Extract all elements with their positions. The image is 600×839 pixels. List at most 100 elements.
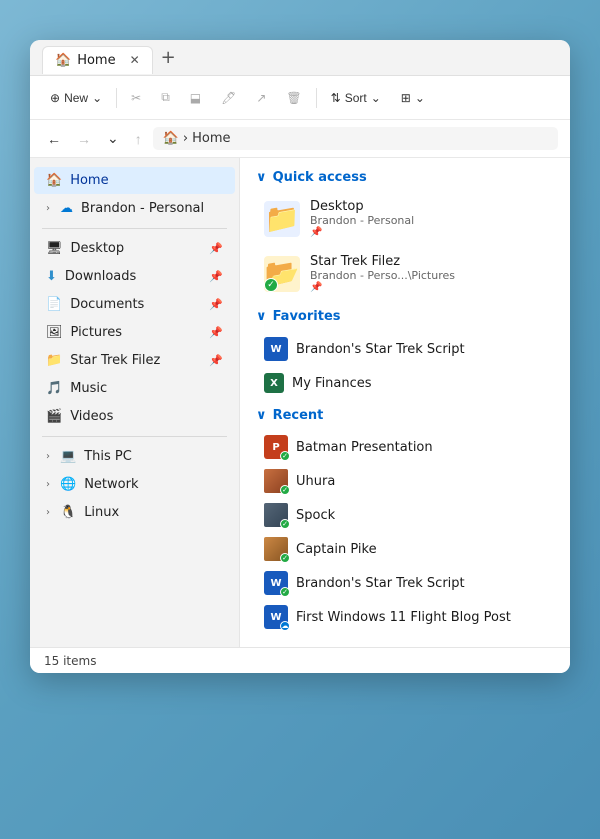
downloads-pin-icon: 📌 xyxy=(209,270,223,283)
breadcrumb-separator: › xyxy=(183,131,188,146)
sidebar-item-pictures[interactable]: 🖼 Pictures 📌 xyxy=(34,319,235,346)
rename-button[interactable]: 🖊 xyxy=(213,87,244,109)
sidebar-item-music[interactable]: 🎵 Music xyxy=(34,375,235,402)
uhura-icon-wrapper: ✓ xyxy=(264,469,288,493)
pictures-pin-icon: 📌 xyxy=(209,326,223,339)
quick-access-startrek[interactable]: 📂 ✓ Star Trek Filez Brandon - Perso...\P… xyxy=(256,248,554,299)
new-button[interactable]: ⊕ New ⌄ xyxy=(42,87,110,109)
startrekscript2-icon-wrapper: W ✓ xyxy=(264,571,288,595)
status-text: 15 items xyxy=(44,654,96,668)
sidebar-network-label: Network xyxy=(84,477,138,492)
sidebar-item-linux[interactable]: › 🐧 Linux xyxy=(34,499,235,526)
batman-sync-badge: ✓ xyxy=(280,451,290,461)
recent-uhura-label: Uhura xyxy=(296,474,335,489)
expand-icon: › xyxy=(46,203,50,214)
recent-startrekscript2-label: Brandon's Star Trek Script xyxy=(296,576,465,591)
thispc-expand-icon: › xyxy=(46,451,50,462)
delete-button[interactable]: 🗑 xyxy=(278,87,309,109)
right-panel: ∨ Quick access 📁 Desktop Brandon - Perso… xyxy=(240,158,570,647)
videos-icon: 🎬 xyxy=(46,409,62,424)
sort-button[interactable]: ⇅ Sort ⌄ xyxy=(323,87,389,109)
recent-item-uhura[interactable]: ✓ Uhura xyxy=(256,465,554,497)
desktop-qa-text: Desktop Brandon - Personal 📌 xyxy=(310,199,414,238)
recent-batman-label: Batman Presentation xyxy=(296,440,433,455)
favorites-startrekscript-label: Brandon's Star Trek Script xyxy=(296,342,465,357)
home-icon: 🏠 xyxy=(46,173,62,188)
breadcrumb-path: Home xyxy=(192,131,230,146)
startrek-qa-text: Star Trek Filez Brandon - Perso...\Pictu… xyxy=(310,254,455,293)
recent-item-startrekscript2[interactable]: W ✓ Brandon's Star Trek Script xyxy=(256,567,554,599)
excel-icon-finances: X xyxy=(264,373,284,393)
quick-access-desktop[interactable]: 📁 Desktop Brandon - Personal 📌 xyxy=(256,193,554,244)
sidebar-linux-label: Linux xyxy=(84,505,119,520)
favorites-item-startrekscript[interactable]: W Brandon's Star Trek Script xyxy=(256,332,554,366)
recent-blogpost-label: First Windows 11 Flight Blog Post xyxy=(296,610,511,625)
quick-access-label: Quick access xyxy=(273,170,367,185)
favorites-item-finances[interactable]: X My Finances xyxy=(256,368,554,398)
recent-item-pike[interactable]: ✓ Captain Pike xyxy=(256,533,554,565)
blogpost-cloud-badge: ☁ xyxy=(280,621,290,631)
sidebar-thispc-label: This PC xyxy=(84,449,132,464)
rename-icon: 🖊 xyxy=(221,91,236,105)
share-icon: ↗ xyxy=(256,91,266,105)
recent-item-blogpost[interactable]: W ☁ First Windows 11 Flight Blog Post xyxy=(256,601,554,633)
cut-button[interactable]: ✂ xyxy=(123,87,149,109)
pictures-icon: 🖼 xyxy=(46,325,63,340)
share-button[interactable]: ↗ xyxy=(248,87,274,109)
desktop-folder-icon: 📁 xyxy=(264,201,300,237)
forward-button[interactable]: → xyxy=(72,128,96,150)
sidebar-item-onedrive[interactable]: › ☁ Brandon - Personal xyxy=(34,195,235,222)
sidebar-item-desktop[interactable]: 🖥 Desktop 📌 xyxy=(34,235,235,262)
new-tab-button[interactable]: + xyxy=(161,47,176,68)
paste-icon: ⬓ xyxy=(190,91,201,105)
startrek-qa-sub: Brandon - Perso...\Pictures xyxy=(310,269,455,282)
startrek-qa-pin: 📌 xyxy=(310,282,455,293)
up-button[interactable]: ↑ xyxy=(130,128,147,150)
quick-access-header[interactable]: ∨ Quick access xyxy=(256,170,554,185)
paste-button[interactable]: ⬓ xyxy=(182,87,209,109)
desktop-qa-sub: Brandon - Personal xyxy=(310,214,414,227)
new-icon: ⊕ xyxy=(50,91,60,105)
sidebar-item-downloads[interactable]: ⬇ Downloads 📌 xyxy=(34,263,235,290)
address-bar: ← → ⌄ ↑ 🏠 › Home xyxy=(30,120,570,158)
thispc-icon: 💻 xyxy=(60,449,76,464)
active-tab[interactable]: 🏠 Home ✕ xyxy=(42,46,153,74)
recent-collapse-icon: ∨ xyxy=(256,408,267,423)
sidebar-item-documents[interactable]: 📄 Documents 📌 xyxy=(34,291,235,318)
recent-locations-button[interactable]: ⌄ xyxy=(102,127,124,150)
breadcrumb[interactable]: 🏠 › Home xyxy=(153,127,558,150)
sidebar-divider-1 xyxy=(42,228,227,229)
recent-label: Recent xyxy=(273,408,324,423)
sidebar-home-label: Home xyxy=(70,173,108,188)
downloads-icon: ⬇ xyxy=(46,269,57,284)
sidebar-downloads-label: Downloads xyxy=(65,269,136,284)
new-dropdown-icon: ⌄ xyxy=(92,91,102,105)
startrek-qa-title: Star Trek Filez xyxy=(310,254,455,269)
sidebar-item-startrekfilez[interactable]: 📁 Star Trek Filez 📌 xyxy=(34,347,235,374)
linux-expand-icon: › xyxy=(46,507,50,518)
network-icon: 🌐 xyxy=(60,477,76,492)
sidebar-item-videos[interactable]: 🎬 Videos xyxy=(34,403,235,430)
recent-item-batman[interactable]: P ✓ Batman Presentation xyxy=(256,431,554,463)
sidebar-onedrive-label: Brandon - Personal xyxy=(81,201,204,216)
sidebar-item-home[interactable]: 🏠 Home xyxy=(34,167,235,194)
pike-sync-badge: ✓ xyxy=(280,553,290,563)
tab-close-button[interactable]: ✕ xyxy=(130,53,140,67)
desktop-qa-pin: 📌 xyxy=(310,227,414,238)
sort-icon: ⇅ xyxy=(331,91,341,105)
sidebar-item-network[interactable]: › 🌐 Network xyxy=(34,471,235,498)
recent-item-spock[interactable]: ✓ Spock xyxy=(256,499,554,531)
sidebar-item-thispc[interactable]: › 💻 This PC xyxy=(34,443,235,470)
back-button[interactable]: ← xyxy=(42,128,66,150)
toolbar-divider-1 xyxy=(116,88,117,108)
view-button[interactable]: ⊞ ⌄ xyxy=(393,87,433,109)
breadcrumb-home-icon: 🏠 xyxy=(163,131,179,146)
onedrive-icon: ☁ xyxy=(60,201,73,216)
blogpost-icon-wrapper: W ☁ xyxy=(264,605,288,629)
recent-spock-label: Spock xyxy=(296,508,335,523)
recent-header[interactable]: ∨ Recent xyxy=(256,408,554,423)
delete-icon: 🗑 xyxy=(286,91,301,105)
copy-button[interactable]: ⧉ xyxy=(153,86,178,109)
word-icon-startrek: W xyxy=(264,337,288,361)
favorites-header[interactable]: ∨ Favorites xyxy=(256,309,554,324)
